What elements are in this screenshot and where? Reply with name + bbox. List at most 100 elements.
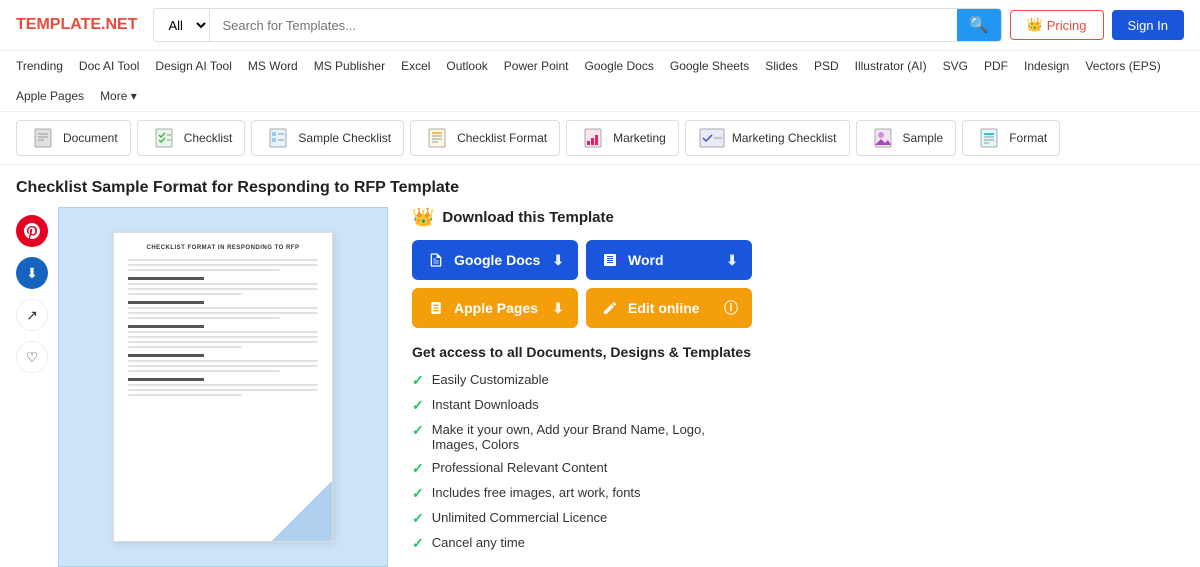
tab-document[interactable]: Document [16, 120, 131, 156]
nav-vectors[interactable]: Vectors (EPS) [1085, 59, 1160, 73]
check-icon-7: ✓ [412, 535, 424, 552]
nav-more[interactable]: More ▾ [100, 89, 137, 103]
pinterest-button[interactable] [16, 215, 48, 247]
pricing-label: Pricing [1047, 18, 1087, 33]
tab-document-label: Document [63, 131, 118, 145]
tab-sample-label: Sample [903, 131, 944, 145]
search-button[interactable]: 🔍 [957, 9, 1001, 41]
nav-powerpoint[interactable]: Power Point [504, 59, 569, 73]
page-title: Checklist Sample Format for Responding t… [0, 165, 1200, 207]
main-content: ⬇ ↗ ♡ CHECKLIST FORMAT IN RESPONDING TO … [0, 207, 1200, 567]
header-actions: 👑 Pricing Sign In [1010, 10, 1184, 40]
feature-label-5: Includes free images, art work, fonts [432, 485, 641, 500]
tab-marketing-label: Marketing [613, 131, 666, 145]
logo-red: TEMPLATE. [16, 16, 105, 33]
check-icon-5: ✓ [412, 485, 424, 502]
header: TEMPLATE.NET All 🔍 👑 Pricing Sign In [0, 0, 1200, 51]
feature-label-4: Professional Relevant Content [432, 460, 608, 475]
nav-ms-publisher[interactable]: MS Publisher [314, 59, 385, 73]
social-actions: ⬇ ↗ ♡ [16, 207, 48, 567]
word-label: Word [628, 252, 664, 268]
google-docs-label: Google Docs [454, 252, 540, 268]
check-icon-2: ✓ [412, 397, 424, 414]
category-tabs: Document Checklist Sample Checklist Chec… [0, 112, 1200, 165]
search-input[interactable] [210, 9, 956, 41]
marketing-checklist-icon [698, 127, 726, 149]
share-button[interactable]: ↗ [16, 299, 48, 331]
feature-label-3: Make it your own, Add your Brand Name, L… [432, 422, 752, 452]
tab-format[interactable]: Format [962, 120, 1060, 156]
download-arrow-icon-word: ⬇ [726, 252, 738, 269]
check-icon-3: ✓ [412, 422, 424, 439]
nav-outlook[interactable]: Outlook [446, 59, 487, 73]
features-title: Get access to all Documents, Designs & T… [412, 344, 752, 360]
check-icon-1: ✓ [412, 372, 424, 389]
main-nav: Trending Doc AI Tool Design AI Tool MS W… [0, 51, 1200, 112]
apple-pages-label: Apple Pages [454, 300, 538, 316]
tab-sample-checklist-label: Sample Checklist [298, 131, 391, 145]
search-category-select[interactable]: All [154, 9, 210, 41]
feature-item-4: ✓ Professional Relevant Content [412, 460, 752, 477]
info-icon: ⓘ [724, 298, 738, 318]
tab-checklist-format[interactable]: Checklist Format [410, 120, 560, 156]
nav-apple-pages[interactable]: Apple Pages [16, 89, 84, 103]
tab-sample-checklist[interactable]: Sample Checklist [251, 120, 404, 156]
pricing-button[interactable]: 👑 Pricing [1010, 10, 1104, 40]
nav-svg[interactable]: SVG [943, 59, 968, 73]
download-google-docs-button[interactable]: Google Docs ⬇ [412, 240, 578, 280]
download-arrow-icon: ⬇ [552, 252, 564, 269]
document-icon [29, 127, 57, 149]
tab-sample[interactable]: Sample [856, 120, 957, 156]
feature-item-1: ✓ Easily Customizable [412, 372, 752, 389]
feature-label-7: Cancel any time [432, 535, 525, 550]
format-icon [975, 127, 1003, 149]
tab-marketing-checklist-label: Marketing Checklist [732, 131, 837, 145]
download-buttons: Google Docs ⬇ Word ⬇ [412, 240, 752, 328]
right-panel: 👑 Download this Template Google Docs ⬇ [412, 207, 752, 567]
nav-indesign[interactable]: Indesign [1024, 59, 1069, 73]
feature-label-6: Unlimited Commercial Licence [432, 510, 608, 525]
edit-online-button[interactable]: Edit online ⓘ [586, 288, 752, 328]
download-social-button[interactable]: ⬇ [16, 257, 48, 289]
favorite-button[interactable]: ♡ [16, 341, 48, 373]
heart-icon: ♡ [26, 349, 39, 366]
logo-net: NET [105, 16, 137, 33]
tab-checklist[interactable]: Checklist [137, 120, 246, 156]
feature-label-1: Easily Customizable [432, 372, 549, 387]
features-list: ✓ Easily Customizable ✓ Instant Download… [412, 372, 752, 552]
download-apple-pages-button[interactable]: Apple Pages ⬇ [412, 288, 578, 328]
edit-online-label: Edit online [628, 300, 700, 316]
nav-google-sheets[interactable]: Google Sheets [670, 59, 749, 73]
feature-item-5: ✓ Includes free images, art work, fonts [412, 485, 752, 502]
checklist-format-icon [423, 127, 451, 149]
signin-button[interactable]: Sign In [1112, 10, 1184, 40]
feature-item-2: ✓ Instant Downloads [412, 397, 752, 414]
word-icon [600, 250, 620, 270]
template-doc-title: CHECKLIST FORMAT IN RESPONDING TO RFP [128, 245, 318, 251]
nav-slides[interactable]: Slides [765, 59, 798, 73]
checklist-icon [150, 127, 178, 149]
nav-illustrator[interactable]: Illustrator (AI) [855, 59, 927, 73]
nav-doc-ai[interactable]: Doc AI Tool [79, 59, 139, 73]
nav-pdf[interactable]: PDF [984, 59, 1008, 73]
crown-icon: 👑 [1027, 17, 1043, 33]
template-document: CHECKLIST FORMAT IN RESPONDING TO RFP [113, 232, 333, 542]
check-icon-4: ✓ [412, 460, 424, 477]
left-panel: ⬇ ↗ ♡ CHECKLIST FORMAT IN RESPONDING TO … [16, 207, 388, 567]
search-container: All 🔍 [153, 8, 1001, 42]
nav-excel[interactable]: Excel [401, 59, 430, 73]
download-word-button[interactable]: Word ⬇ [586, 240, 752, 280]
logo[interactable]: TEMPLATE.NET [16, 16, 137, 34]
tab-marketing-checklist[interactable]: Marketing Checklist [685, 120, 850, 156]
nav-ms-word[interactable]: MS Word [248, 59, 298, 73]
download-header: 👑 Download this Template [412, 207, 752, 228]
tab-marketing[interactable]: Marketing [566, 120, 679, 156]
sample-checklist-icon [264, 127, 292, 149]
apple-pages-icon [426, 298, 446, 318]
download-arrow-icon-apple: ⬇ [552, 300, 564, 317]
nav-google-docs[interactable]: Google Docs [584, 59, 653, 73]
nav-psd[interactable]: PSD [814, 59, 839, 73]
nav-trending[interactable]: Trending [16, 59, 63, 73]
crown-icon: 👑 [412, 207, 434, 228]
nav-design-ai[interactable]: Design AI Tool [155, 59, 232, 73]
